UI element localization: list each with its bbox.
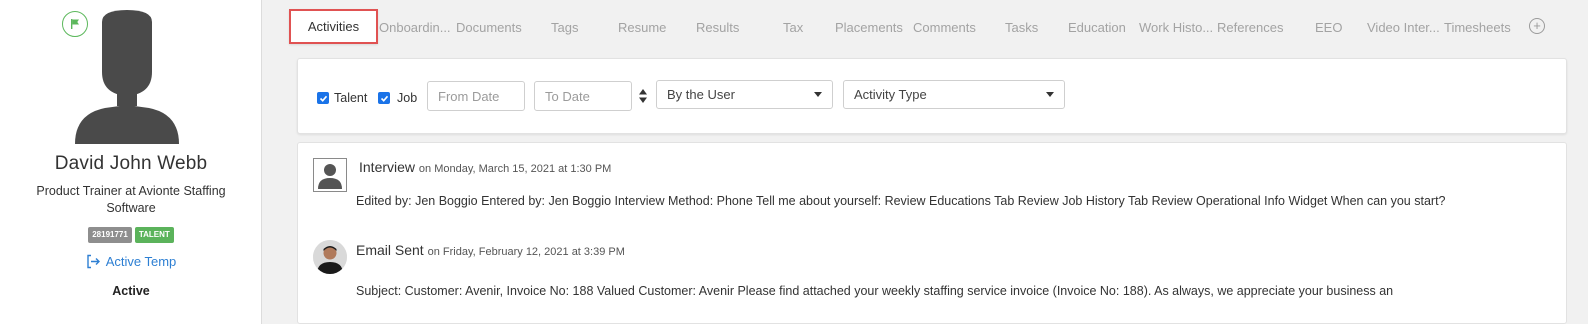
tab-eeo[interactable]: EEO xyxy=(1315,20,1342,35)
profile-job-title: Product Trainer at Avionte Staffing Soft… xyxy=(36,184,226,215)
tab-work-history[interactable]: Work Histo... xyxy=(1139,20,1213,35)
tab-activities[interactable]: Activities xyxy=(289,9,378,44)
activity-type-select[interactable]: Activity Type xyxy=(843,80,1065,109)
tab-references[interactable]: References xyxy=(1217,20,1283,35)
talent-checkbox-label[interactable]: Talent xyxy=(334,91,367,105)
activity-type-label: Interview xyxy=(359,159,416,175)
activity-body: Subject: Customer: Avenir, Invoice No: 1… xyxy=(356,284,1394,298)
talent-badge: TALENT xyxy=(134,227,174,243)
tab-resume[interactable]: Resume xyxy=(618,20,666,35)
tab-tags[interactable]: Tags xyxy=(551,20,578,35)
activity-body: Edited by: Jen Boggio Entered by: Jen Bo… xyxy=(356,194,1446,208)
avatar xyxy=(313,240,347,274)
from-date-input[interactable]: From Date xyxy=(427,81,525,111)
tab-education[interactable]: Education xyxy=(1068,20,1126,35)
chevron-down-icon xyxy=(1046,92,1054,97)
tab-placements[interactable]: Placements xyxy=(835,20,903,35)
talent-checkbox[interactable] xyxy=(317,92,329,104)
profile-status: Active xyxy=(112,284,150,298)
avatar-icon xyxy=(75,10,179,144)
app-root: David John Webb Product Trainer at Avion… xyxy=(0,0,1588,324)
active-temp-link[interactable]: Active Temp xyxy=(0,254,262,269)
activity-type-select-value: Activity Type xyxy=(854,87,927,102)
activity-date: on Monday, March 15, 2021 at 1:30 PM xyxy=(418,163,612,175)
tab-tax[interactable]: Tax xyxy=(783,20,803,35)
active-temp-label[interactable]: Active Temp xyxy=(106,254,177,269)
activity-title: Interview on Monday, March 15, 2021 at 1… xyxy=(359,159,611,175)
profile-name: David John Webb xyxy=(54,153,208,174)
tab-onboarding[interactable]: Onboardin... xyxy=(379,20,451,35)
sign-in-icon xyxy=(87,254,100,269)
tab-tasks[interactable]: Tasks xyxy=(1005,20,1038,35)
add-tab-icon[interactable]: + xyxy=(1529,18,1545,34)
tab-timesheets[interactable]: Timesheets xyxy=(1444,20,1511,35)
activity-filter-bar: Talent Job From Date To Date By the User… xyxy=(297,58,1567,134)
activity-type-label: Email Sent xyxy=(356,242,424,258)
tab-documents[interactable]: Documents xyxy=(456,20,522,35)
user-select-value: By the User xyxy=(667,87,735,102)
user-icon xyxy=(313,158,347,192)
tab-video-interview[interactable]: Video Inter... xyxy=(1367,20,1440,35)
activity-feed: Interview on Monday, March 15, 2021 at 1… xyxy=(297,142,1567,324)
job-checkbox-label[interactable]: Job xyxy=(397,91,417,105)
tab-results[interactable]: Results xyxy=(696,20,739,35)
activity-date: on Friday, February 12, 2021 at 3:39 PM xyxy=(427,246,625,258)
tab-bar: Activities Onboardin... Documents Tags R… xyxy=(262,0,1588,56)
job-checkbox[interactable] xyxy=(378,92,390,104)
id-badge: 28191771 xyxy=(88,227,132,243)
tab-comments[interactable]: Comments xyxy=(913,20,976,35)
profile-badges: 28191771 TALENT xyxy=(0,227,262,243)
activity-title: Email Sent on Friday, February 12, 2021 … xyxy=(356,242,625,258)
to-date-input[interactable]: To Date xyxy=(534,81,632,111)
sort-icon[interactable] xyxy=(638,88,648,104)
chevron-down-icon xyxy=(814,92,822,97)
profile-panel: David John Webb Product Trainer at Avion… xyxy=(0,0,262,324)
user-select[interactable]: By the User xyxy=(656,80,833,109)
